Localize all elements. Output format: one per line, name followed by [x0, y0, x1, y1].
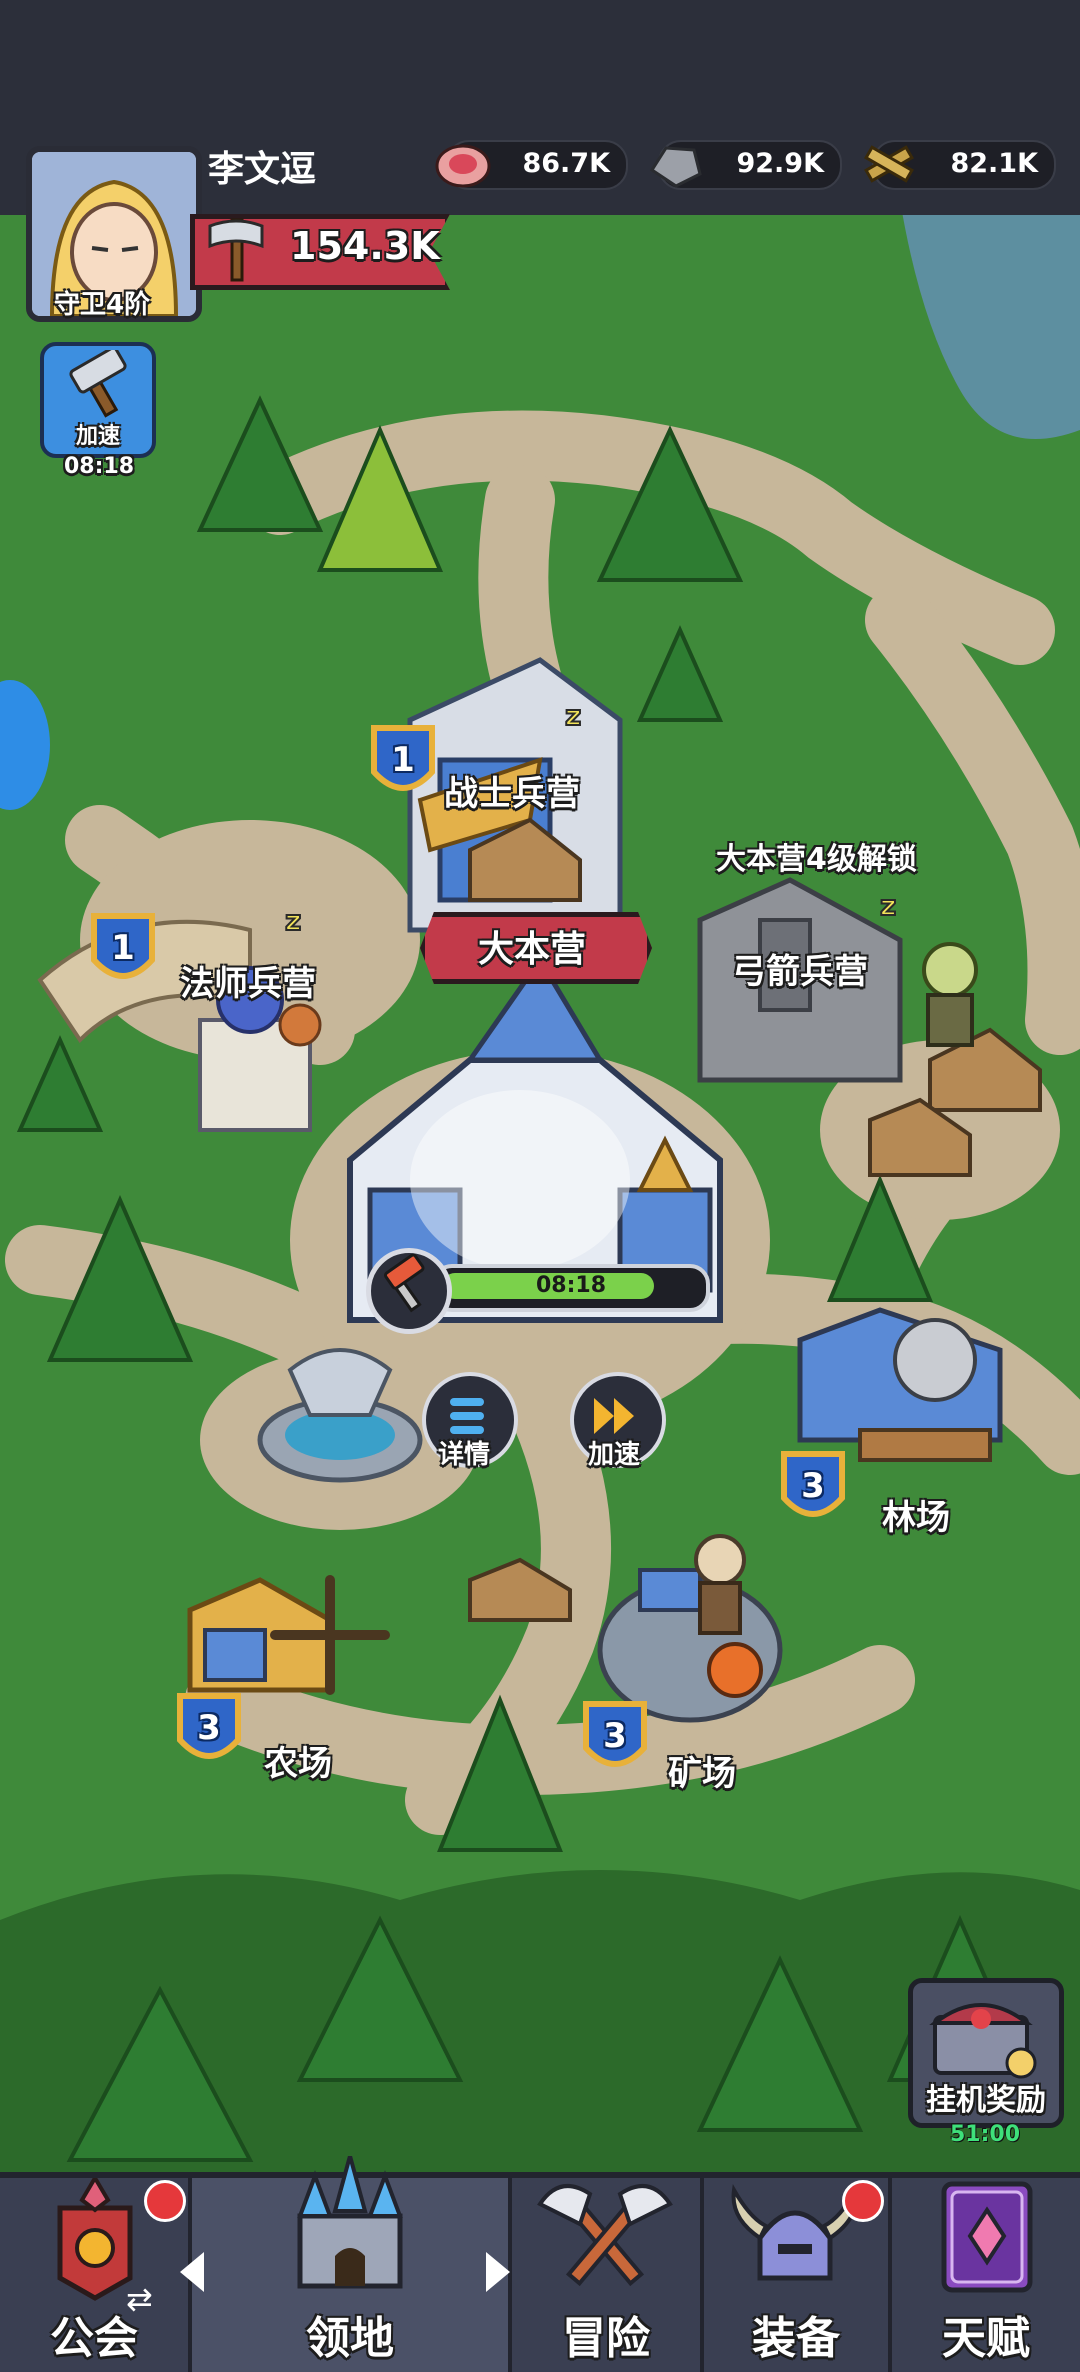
idle-reward-button[interactable]: 挂机奖励 [908, 1978, 1064, 2128]
nav-guild[interactable]: ⇄ 公会 [0, 2178, 192, 2372]
mine-level: 3 [603, 1716, 627, 1756]
nav-prev-arrow[interactable] [180, 2252, 204, 2292]
farm-level-shield: 3 [174, 1690, 244, 1774]
warrior-level-shield: 1 [368, 722, 438, 806]
warrior-level: 1 [391, 740, 415, 780]
farm-label[interactable]: 农场 [264, 1736, 332, 1785]
warrior-barracks-label[interactable]: 战士兵营 [444, 766, 580, 815]
hammer-icon [384, 1253, 425, 1313]
wood-value: 82.1K [950, 148, 1038, 179]
nav-adventure[interactable]: 冒险 [512, 2178, 704, 2372]
hq-details-label: 详情 [438, 1440, 491, 1470]
treasure-chest-icon [929, 2003, 1037, 2079]
side-boost-label: 加速 [75, 424, 120, 449]
lumber-mill-label[interactable]: 林场 [882, 1490, 950, 1539]
nav-talent-label: 天赋 [942, 2313, 1030, 2364]
mine-label[interactable]: 矿场 [668, 1746, 736, 1795]
hq-label: 大本营 [478, 929, 587, 970]
meat-icon [434, 136, 492, 194]
nav-next-arrow[interactable] [486, 2252, 510, 2292]
archer-lock-text: 大本营4级解锁 [716, 842, 917, 877]
territory-map: z z z [0, 200, 1080, 2175]
guild-notification-dot [144, 2180, 186, 2222]
side-boost-timer: 08:18 [64, 454, 135, 479]
nav-talent[interactable]: 天赋 [892, 2178, 1080, 2372]
farm-level: 3 [197, 1708, 221, 1748]
mage-barracks-label[interactable]: 法师兵营 [180, 956, 316, 1005]
hq-upgrade-bar: 08:18 [432, 1264, 710, 1312]
lumber-level: 3 [801, 1466, 825, 1506]
mine-level-shield: 3 [580, 1698, 650, 1782]
crossed-axes-icon [537, 2184, 673, 2287]
meat-value: 86.7K [522, 148, 610, 179]
nav-territory-label: 领地 [306, 2313, 394, 2364]
resource-wood[interactable]: 82.1K [864, 140, 1056, 190]
svg-text:z: z [880, 889, 896, 922]
archer-barracks-label[interactable]: 弓箭兵营 [732, 944, 868, 993]
idle-reward-timer: 51:00 [950, 2122, 1021, 2147]
mage-level-shield: 1 [88, 910, 158, 994]
nav-equipment[interactable]: 装备 [704, 2178, 892, 2372]
nav-guild-label: 公会 [50, 2313, 138, 2364]
hq-upgrade-timer: 08:18 [535, 1273, 607, 1298]
hq-speedup-label: 加速 [588, 1440, 641, 1470]
equipment-notification-dot [842, 2180, 884, 2222]
wood-icon [860, 136, 918, 194]
axe-icon [200, 212, 272, 284]
player-name: 李文逗 [208, 149, 317, 190]
talent-book-icon [941, 2181, 1033, 2293]
side-boost-button[interactable]: 加速 [40, 342, 156, 458]
resource-meat[interactable]: 86.7K [435, 140, 628, 190]
mage-level: 1 [111, 928, 135, 968]
idle-reward-label: 挂机奖励 [926, 2083, 1046, 2118]
player-rank: 守卫4阶 [54, 290, 151, 320]
lumber-level-shield: 3 [778, 1448, 848, 1532]
svg-text:z: z [285, 904, 301, 937]
svg-text:z: z [565, 699, 581, 732]
hammer-icon [69, 350, 127, 418]
stone-value: 92.9K [736, 148, 824, 179]
resource-stone[interactable]: 92.9K [649, 140, 842, 190]
nav-adventure-label: 冒险 [562, 2313, 650, 2364]
stone-icon [646, 136, 704, 194]
nav-equipment-label: 装备 [752, 2313, 840, 2364]
game-screen: z z z 守卫4阶 李文逗 154.3K 86.7K 92.9K 82.1K … [0, 0, 1080, 2372]
castle-icon [297, 2156, 403, 2289]
hq-hammer-badge [366, 1248, 452, 1334]
nav-territory[interactable]: 领地 [192, 2156, 512, 2372]
power-value: 154.3K [290, 224, 440, 268]
